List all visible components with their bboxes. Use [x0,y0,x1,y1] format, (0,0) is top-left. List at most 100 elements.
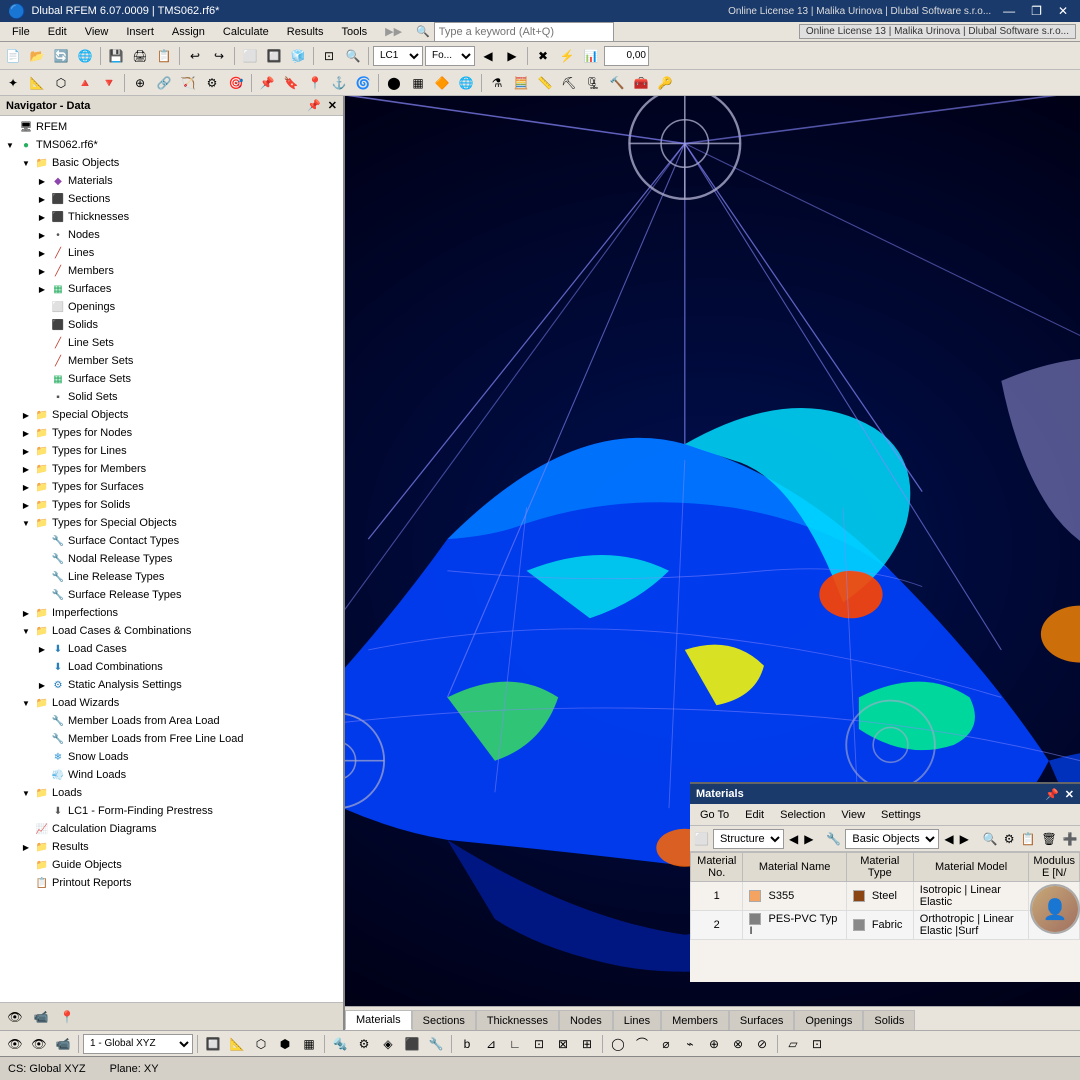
toggle-results[interactable]: ▶ [18,843,34,852]
toggle-loadcases-combo[interactable]: ▼ [18,627,34,636]
menu-insert[interactable]: Insert [118,25,162,39]
tree-typessolids[interactable]: ▶ 📁 Types for Solids [0,496,343,514]
bt-20[interactable]: ◯ [607,1033,629,1055]
tb-more2[interactable]: ⚡ [556,45,578,67]
tree-sections[interactable]: ▶ ⬛ Sections [0,190,343,208]
bt-12[interactable]: ⬛ [401,1033,423,1055]
tree-loadcases[interactable]: ▶ ⬇ Load Cases [0,640,343,658]
tree-calcdiagrams[interactable]: 📈 Calculation Diagrams [0,820,343,838]
close-button[interactable]: ✕ [1054,4,1072,18]
mat-search[interactable]: 🔍 [982,828,999,850]
nav-prev[interactable]: ◀ [477,45,499,67]
zoom-fit[interactable]: ⊡ [318,45,340,67]
bt-13[interactable]: 🔧 [425,1033,447,1055]
toggle-loadwizards[interactable]: ▼ [18,699,34,708]
tree-static-analysis[interactable]: ▶ ⚙ Static Analysis Settings [0,676,343,694]
save-button[interactable]: 💾 [105,45,127,67]
edit-button[interactable]: Edit [741,808,768,822]
bt-27[interactable]: ▱ [782,1033,804,1055]
tree-memberloadsarea[interactable]: 🔧 Member Loads from Area Load [0,712,343,730]
tree-typeslines[interactable]: ▶ 📁 Types for Lines [0,442,343,460]
tree-solidsets[interactable]: ▪ Solid Sets [0,388,343,406]
view-button[interactable]: View [837,808,869,822]
tree-guideobj[interactable]: 📁 Guide Objects [0,856,343,874]
tree-membersets[interactable]: ╱ Member Sets [0,352,343,370]
tree-imperfections[interactable]: ▶ 📁 Imperfections [0,604,343,622]
basicobj-prev-button[interactable]: ◀ [943,828,954,850]
mat-copy[interactable]: 📋 [1020,828,1037,850]
tb2-15[interactable]: 🌀 [352,72,374,94]
toggle-loads[interactable]: ▼ [18,789,34,798]
tb2-11[interactable]: 📌 [256,72,278,94]
tree-loads[interactable]: ▼ 📁 Loads [0,784,343,802]
minimize-button[interactable]: — [999,4,1019,18]
nav-close-button[interactable]: ✕ [328,100,337,112]
lc-dropdown[interactable]: LC1 [373,46,423,66]
bt-23[interactable]: ⌁ [679,1033,701,1055]
toggle-typeslines[interactable]: ▶ [18,447,34,456]
xyz-dropdown[interactable]: 1 - Global XYZ [83,1034,193,1054]
menu-file[interactable]: File [4,25,38,39]
tree-loadcomb[interactable]: ⬇ Load Combinations [0,658,343,676]
tree-loadcases-combo[interactable]: ▼ 📁 Load Cases & Combinations [0,622,343,640]
tb2-7[interactable]: 🔗 [153,72,175,94]
restore-button[interactable]: ❐ [1027,4,1046,18]
tb2-20[interactable]: ⚗ [486,72,508,94]
mat-next-button[interactable]: ▶ [803,828,814,850]
tab-lines[interactable]: Lines [613,1010,661,1030]
bt-11[interactable]: ◈ [377,1033,399,1055]
nav-bottom-3[interactable]: 📍 [56,1006,78,1028]
toggle-typesnodes[interactable]: ▶ [18,429,34,438]
tb2-25[interactable]: 🔨 [606,72,628,94]
mat-add[interactable]: ➕ [1062,828,1079,850]
mat-delete[interactable]: 🗑 [1041,828,1058,850]
toggle-sections[interactable]: ▶ [34,195,50,204]
tree-memberloadsfree[interactable]: 🔧 Member Loads from Free Line Load [0,730,343,748]
bt-26[interactable]: ⊘ [751,1033,773,1055]
menu-calculate[interactable]: Calculate [215,25,277,39]
tree-materials[interactable]: ▶ ◆ Materials [0,172,343,190]
tree-nodes[interactable]: ▶ • Nodes [0,226,343,244]
bt-2[interactable]: 👁 [28,1033,50,1055]
tree-solids[interactable]: ⬛ Solids [0,316,343,334]
tree-typesspecial[interactable]: ▼ 📁 Types for Special Objects [0,514,343,532]
toggle-model[interactable]: ▼ [2,141,18,150]
tb2-16[interactable]: ⬤ [383,72,405,94]
tb2-26[interactable]: 🧰 [630,72,652,94]
toggle-specialobj[interactable]: ▶ [18,411,34,420]
zoom-in[interactable]: 🔍 [342,45,364,67]
nav-next[interactable]: ▶ [501,45,523,67]
tree-thicknesses[interactable]: ▶ ⬛ Thicknesses [0,208,343,226]
basicobj-next-button[interactable]: ▶ [959,828,970,850]
tb2-8[interactable]: 🏹 [177,72,199,94]
tree-loadwizards[interactable]: ▼ 📁 Load Wizards [0,694,343,712]
tab-thicknesses[interactable]: Thicknesses [476,1010,559,1030]
toggle-thicknesses[interactable]: ▶ [34,213,50,222]
tree-windloads[interactable]: 💨 Wind Loads [0,766,343,784]
toggle-surfaces[interactable]: ▶ [34,285,50,294]
toggle-typesmembers[interactable]: ▶ [18,465,34,474]
panel-close-button[interactable]: ✕ [1065,788,1074,801]
tb2-19[interactable]: 🌐 [455,72,477,94]
tb2-9[interactable]: ⚙ [201,72,223,94]
nav-bottom-1[interactable]: 👁 [4,1006,26,1028]
toggle-typesspecial[interactable]: ▼ [18,519,34,528]
tab-openings[interactable]: Openings [794,1010,863,1030]
nav-pin-button[interactable]: 📌 [307,100,321,112]
goto-button[interactable]: Go To [696,808,733,822]
bt-28[interactable]: ⊡ [806,1033,828,1055]
view3d-button[interactable]: 🧊 [287,45,309,67]
bt-1[interactable]: 👁 [4,1033,26,1055]
fo-dropdown[interactable]: Fo... [425,46,475,66]
redo-button[interactable]: ↪ [208,45,230,67]
menu-tools[interactable]: Tools [333,25,375,39]
settings-button[interactable]: Settings [877,808,925,822]
tab-nodes[interactable]: Nodes [559,1010,613,1030]
toggle-basic[interactable]: ▼ [18,159,34,168]
bt-7[interactable]: ⬢ [274,1033,296,1055]
open-button[interactable]: 📂 [26,45,48,67]
select2-button[interactable]: 🔲 [263,45,285,67]
tb2-5[interactable]: 🔻 [98,72,120,94]
tree-lc1[interactable]: ⬇ LC1 - Form-Finding Prestress [0,802,343,820]
table-row[interactable]: 1 S355 Steel Isotropic | Linear Elastic [691,882,1080,911]
